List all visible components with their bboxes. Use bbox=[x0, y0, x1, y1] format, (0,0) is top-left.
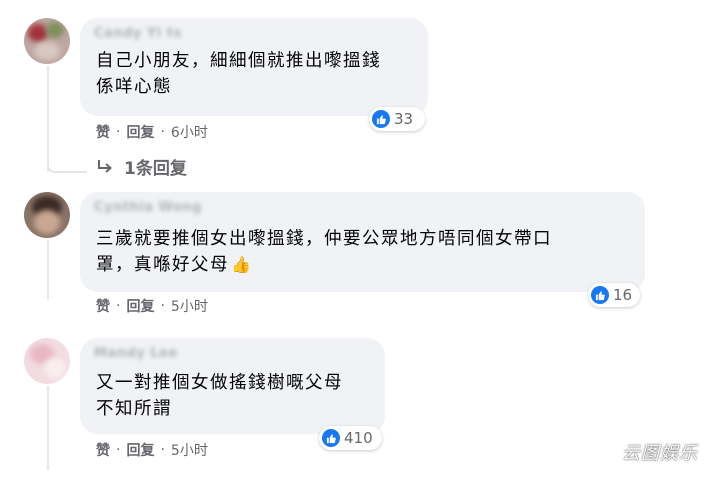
reply-button[interactable]: 回复 bbox=[126, 440, 154, 460]
reaction-count-badge[interactable]: 410 bbox=[319, 426, 382, 450]
reaction-count: 16 bbox=[613, 286, 633, 304]
avatar[interactable] bbox=[24, 338, 70, 384]
avatar[interactable] bbox=[24, 18, 70, 64]
separator: · bbox=[160, 124, 165, 140]
comment-bubble: Candy Yi ts 自己小朋友，細細個就推出嚟搵錢 係咩心態 bbox=[80, 18, 428, 116]
timestamp[interactable]: 5小时 bbox=[171, 440, 208, 460]
thread-line-1-curve bbox=[47, 165, 87, 173]
comment-author[interactable]: Cynthia Wong bbox=[94, 200, 202, 215]
reply-arrow-icon bbox=[96, 159, 114, 175]
like-icon bbox=[372, 110, 390, 128]
thread-line-1 bbox=[47, 66, 49, 172]
reaction-count-badge[interactable]: 16 bbox=[588, 283, 640, 307]
reaction-count: 410 bbox=[344, 429, 373, 447]
like-icon bbox=[591, 286, 609, 304]
thread-line-3 bbox=[47, 386, 49, 470]
separator: · bbox=[116, 442, 121, 458]
separator: · bbox=[116, 124, 121, 140]
comment-text-line: 罩，真喺好父母 bbox=[96, 255, 229, 275]
reaction-count-badge[interactable]: 33 bbox=[369, 107, 425, 131]
like-button[interactable]: 赞 bbox=[96, 440, 110, 460]
comment-text-line: 自己小朋友，細細個就推出嚟搵錢 bbox=[96, 51, 381, 71]
timestamp[interactable]: 5小时 bbox=[171, 296, 208, 316]
comment-actions: 赞 · 回复 · 5小时 bbox=[96, 440, 208, 460]
comment-text-line: 不知所謂 bbox=[96, 399, 172, 419]
thread-line-2 bbox=[47, 240, 49, 300]
like-button[interactable]: 赞 bbox=[96, 296, 110, 316]
comment-text-line: 三歲就要推個女出嚟搵錢，仲要公眾地方唔同個女帶口 bbox=[96, 229, 552, 249]
thumbs-up-emoji: 👍 bbox=[231, 255, 253, 274]
reaction-count: 33 bbox=[394, 110, 414, 128]
comment-bubble: Cynthia Wong 三歲就要推個女出嚟搵錢，仲要公眾地方唔同個女帶口 罩，… bbox=[80, 192, 645, 292]
separator: · bbox=[160, 442, 165, 458]
reply-button[interactable]: 回复 bbox=[126, 122, 154, 142]
comment-bubble: Mandy Lee 又一對推個女做搖錢樹嘅父母 不知所謂 bbox=[80, 338, 385, 434]
avatar[interactable] bbox=[24, 192, 70, 238]
comment-text-line: 又一對推個女做搖錢樹嘅父母 bbox=[96, 373, 343, 393]
watermark: 云图娱乐 bbox=[622, 443, 698, 464]
view-replies-label: 1条回复 bbox=[124, 159, 187, 179]
comment-text: 自己小朋友，細細個就推出嚟搵錢 係咩心態 bbox=[96, 48, 381, 100]
reply-button[interactable]: 回复 bbox=[126, 296, 154, 316]
comment-actions: 赞 · 回复 · 6小时 bbox=[96, 122, 208, 142]
separator: · bbox=[160, 298, 165, 314]
comment-text-line: 係咩心態 bbox=[96, 77, 172, 97]
comment-text: 又一對推個女做搖錢樹嘅父母 不知所謂 bbox=[96, 370, 343, 422]
timestamp[interactable]: 6小时 bbox=[171, 122, 208, 142]
comment-text: 三歲就要推個女出嚟搵錢，仲要公眾地方唔同個女帶口 罩，真喺好父母 👍 bbox=[96, 226, 552, 278]
like-icon bbox=[322, 429, 340, 447]
like-button[interactable]: 赞 bbox=[96, 122, 110, 142]
comment-actions: 赞 · 回复 · 5小时 bbox=[96, 296, 208, 316]
separator: · bbox=[116, 298, 121, 314]
comment-author[interactable]: Candy Yi ts bbox=[94, 26, 182, 41]
view-replies-link[interactable]: 1条回复 bbox=[96, 154, 187, 179]
comment-author[interactable]: Mandy Lee bbox=[94, 346, 178, 361]
